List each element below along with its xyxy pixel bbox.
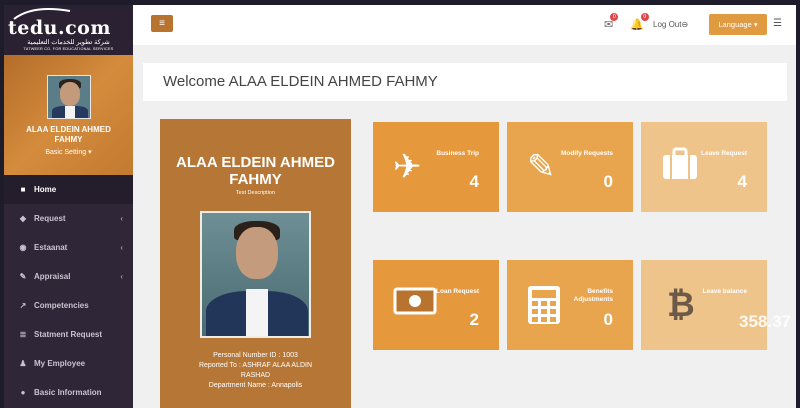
bell-icon[interactable]: 🔔 0 bbox=[630, 13, 649, 31]
tile-label: Leave balance bbox=[702, 288, 747, 295]
sidebar-item-label: Statment Request bbox=[34, 330, 103, 339]
tile-business-trip[interactable]: ✈ Business Trip 4 bbox=[373, 122, 499, 212]
app-frame: tedu.com شركة تطوير للخدمات التعليمية TA… bbox=[4, 5, 796, 408]
sidebar-item-statment-request[interactable]: ≣ Statment Request bbox=[4, 320, 133, 349]
personal-number: Personal Number ID : 1003 bbox=[213, 352, 298, 359]
tile-label: Modify Requests bbox=[560, 150, 613, 157]
profile-card: ALAA ELDEIN AHMED FAHMY Test Description… bbox=[160, 119, 351, 408]
tile-value: 358.37 bbox=[739, 312, 791, 331]
sidebar-item-label: My Employee bbox=[34, 359, 86, 368]
tile-leave-request[interactable]: Leave Request 4 bbox=[641, 122, 767, 212]
tile-leave-balance[interactable]: ₿ Leave balance 358.37 bbox=[641, 260, 791, 350]
avatar[interactable] bbox=[46, 75, 91, 119]
chart-icon: ↗ bbox=[19, 301, 27, 310]
users-icon: ♟ bbox=[19, 359, 27, 368]
profile-photo bbox=[200, 211, 311, 338]
chevron-left-icon: ‹ bbox=[120, 214, 123, 223]
sidebar-profile-name: ALAA ELDEIN AHMED FAHMY bbox=[26, 125, 111, 144]
card-name: ALAA ELDEIN AHMED FAHMY bbox=[176, 154, 335, 188]
tile-value: 0 bbox=[603, 310, 613, 329]
top-bar: ≡ ✉ 0 🔔 0 Log Out⊖ Language ▾ ☰ bbox=[133, 5, 796, 45]
mail-badge: 0 bbox=[610, 13, 619, 21]
menu-toggle-button[interactable]: ≡ bbox=[151, 15, 173, 32]
edit-icon: ✎ bbox=[19, 272, 27, 281]
department-name: Department Name : Annapolis bbox=[208, 382, 303, 389]
sidebar: tedu.com شركة تطوير للخدمات التعليمية TA… bbox=[4, 5, 133, 408]
sidebar-item-label: Request bbox=[34, 214, 66, 223]
sidebar-item-label: Competencies bbox=[34, 301, 89, 310]
sidebar-item-request[interactable]: ◆ Request ‹ bbox=[4, 204, 133, 233]
tile-label: Benefits Adjustments bbox=[573, 288, 613, 303]
mail-icon[interactable]: ✉ 0 bbox=[604, 13, 619, 31]
eye-icon: ◉ bbox=[19, 243, 27, 252]
sidebar-item-my-employee[interactable]: ♟ My Employee bbox=[4, 349, 133, 378]
card-description: Test Description bbox=[235, 190, 276, 196]
sidebar-item-basic-information[interactable]: ● Basic Information bbox=[4, 378, 133, 407]
sidebar-nav: ■ Home ◆ Request ‹ ◉ Estaanat ‹ ✎ Apprai… bbox=[4, 175, 133, 407]
tile-benefits-adjustments[interactable]: Benefits Adjustments 0 bbox=[507, 260, 633, 350]
bell-badge: 0 bbox=[640, 13, 649, 21]
language-button[interactable]: Language ▾ bbox=[709, 14, 767, 35]
tile-value: 4 bbox=[469, 172, 479, 191]
tile-value: 2 bbox=[469, 310, 479, 329]
basic-setting-dropdown[interactable]: Basic Setting ▾ bbox=[4, 148, 133, 156]
sidebar-item-label: Appraisal bbox=[34, 272, 71, 281]
logo-english-text: TATWEER CO. FOR EDUCATIONAL SERVICES bbox=[23, 47, 114, 51]
sidebar-item-label: Home bbox=[34, 185, 57, 194]
tile-label: Business Trip bbox=[436, 150, 479, 157]
sidebar-item-label: Estaanat bbox=[34, 243, 68, 252]
sidebar-item-competencies[interactable]: ↗ Competencies bbox=[4, 291, 133, 320]
home-square-icon: ■ bbox=[20, 185, 26, 194]
sidebar-item-appraisal[interactable]: ✎ Appraisal ‹ bbox=[4, 262, 133, 291]
tile-value: 4 bbox=[737, 172, 747, 191]
sidebar-item-estaanat[interactable]: ◉ Estaanat ‹ bbox=[4, 233, 133, 262]
logo-swoosh-icon bbox=[13, 8, 71, 20]
brand-logo[interactable]: tedu.com شركة تطوير للخدمات التعليمية TA… bbox=[4, 5, 133, 55]
list-icon: ≣ bbox=[19, 330, 27, 339]
reported-to: Reported To : ASHRAF ALAA ALDIN RASHAD bbox=[198, 362, 313, 379]
card-info: Personal Number ID : 1003 Reported To : … bbox=[160, 351, 351, 391]
chevron-left-icon: ‹ bbox=[120, 243, 123, 252]
diamond-icon: ◆ bbox=[19, 214, 27, 223]
tile-value: 0 bbox=[603, 172, 613, 191]
info-icon: ● bbox=[20, 388, 26, 397]
tile-label: Leave Request bbox=[701, 150, 747, 157]
logo-arabic-text: شركة تطوير للخدمات التعليمية bbox=[27, 39, 110, 46]
menu-list-icon[interactable]: ☰ bbox=[773, 18, 782, 29]
sidebar-item-home[interactable]: ■ Home bbox=[4, 175, 133, 204]
plane-icon: ✈ bbox=[393, 148, 422, 186]
edit-icon: ✎ bbox=[527, 148, 556, 186]
page-title: Welcome ALAA ELDEIN AHMED FAHMY bbox=[143, 63, 787, 101]
tile-loan-request[interactable]: Loan Request 2 bbox=[373, 260, 499, 350]
sidebar-item-label: Basic Information bbox=[34, 388, 102, 397]
sidebar-profile: ALAA ELDEIN AHMED FAHMY Basic Setting ▾ bbox=[4, 55, 133, 175]
tile-modify-requests[interactable]: ✎ Modify Requests 0 bbox=[507, 122, 633, 212]
chevron-left-icon: ‹ bbox=[120, 272, 123, 281]
logout-link[interactable]: Log Out⊖ bbox=[653, 20, 688, 29]
tile-label: Loan Request bbox=[436, 288, 479, 295]
